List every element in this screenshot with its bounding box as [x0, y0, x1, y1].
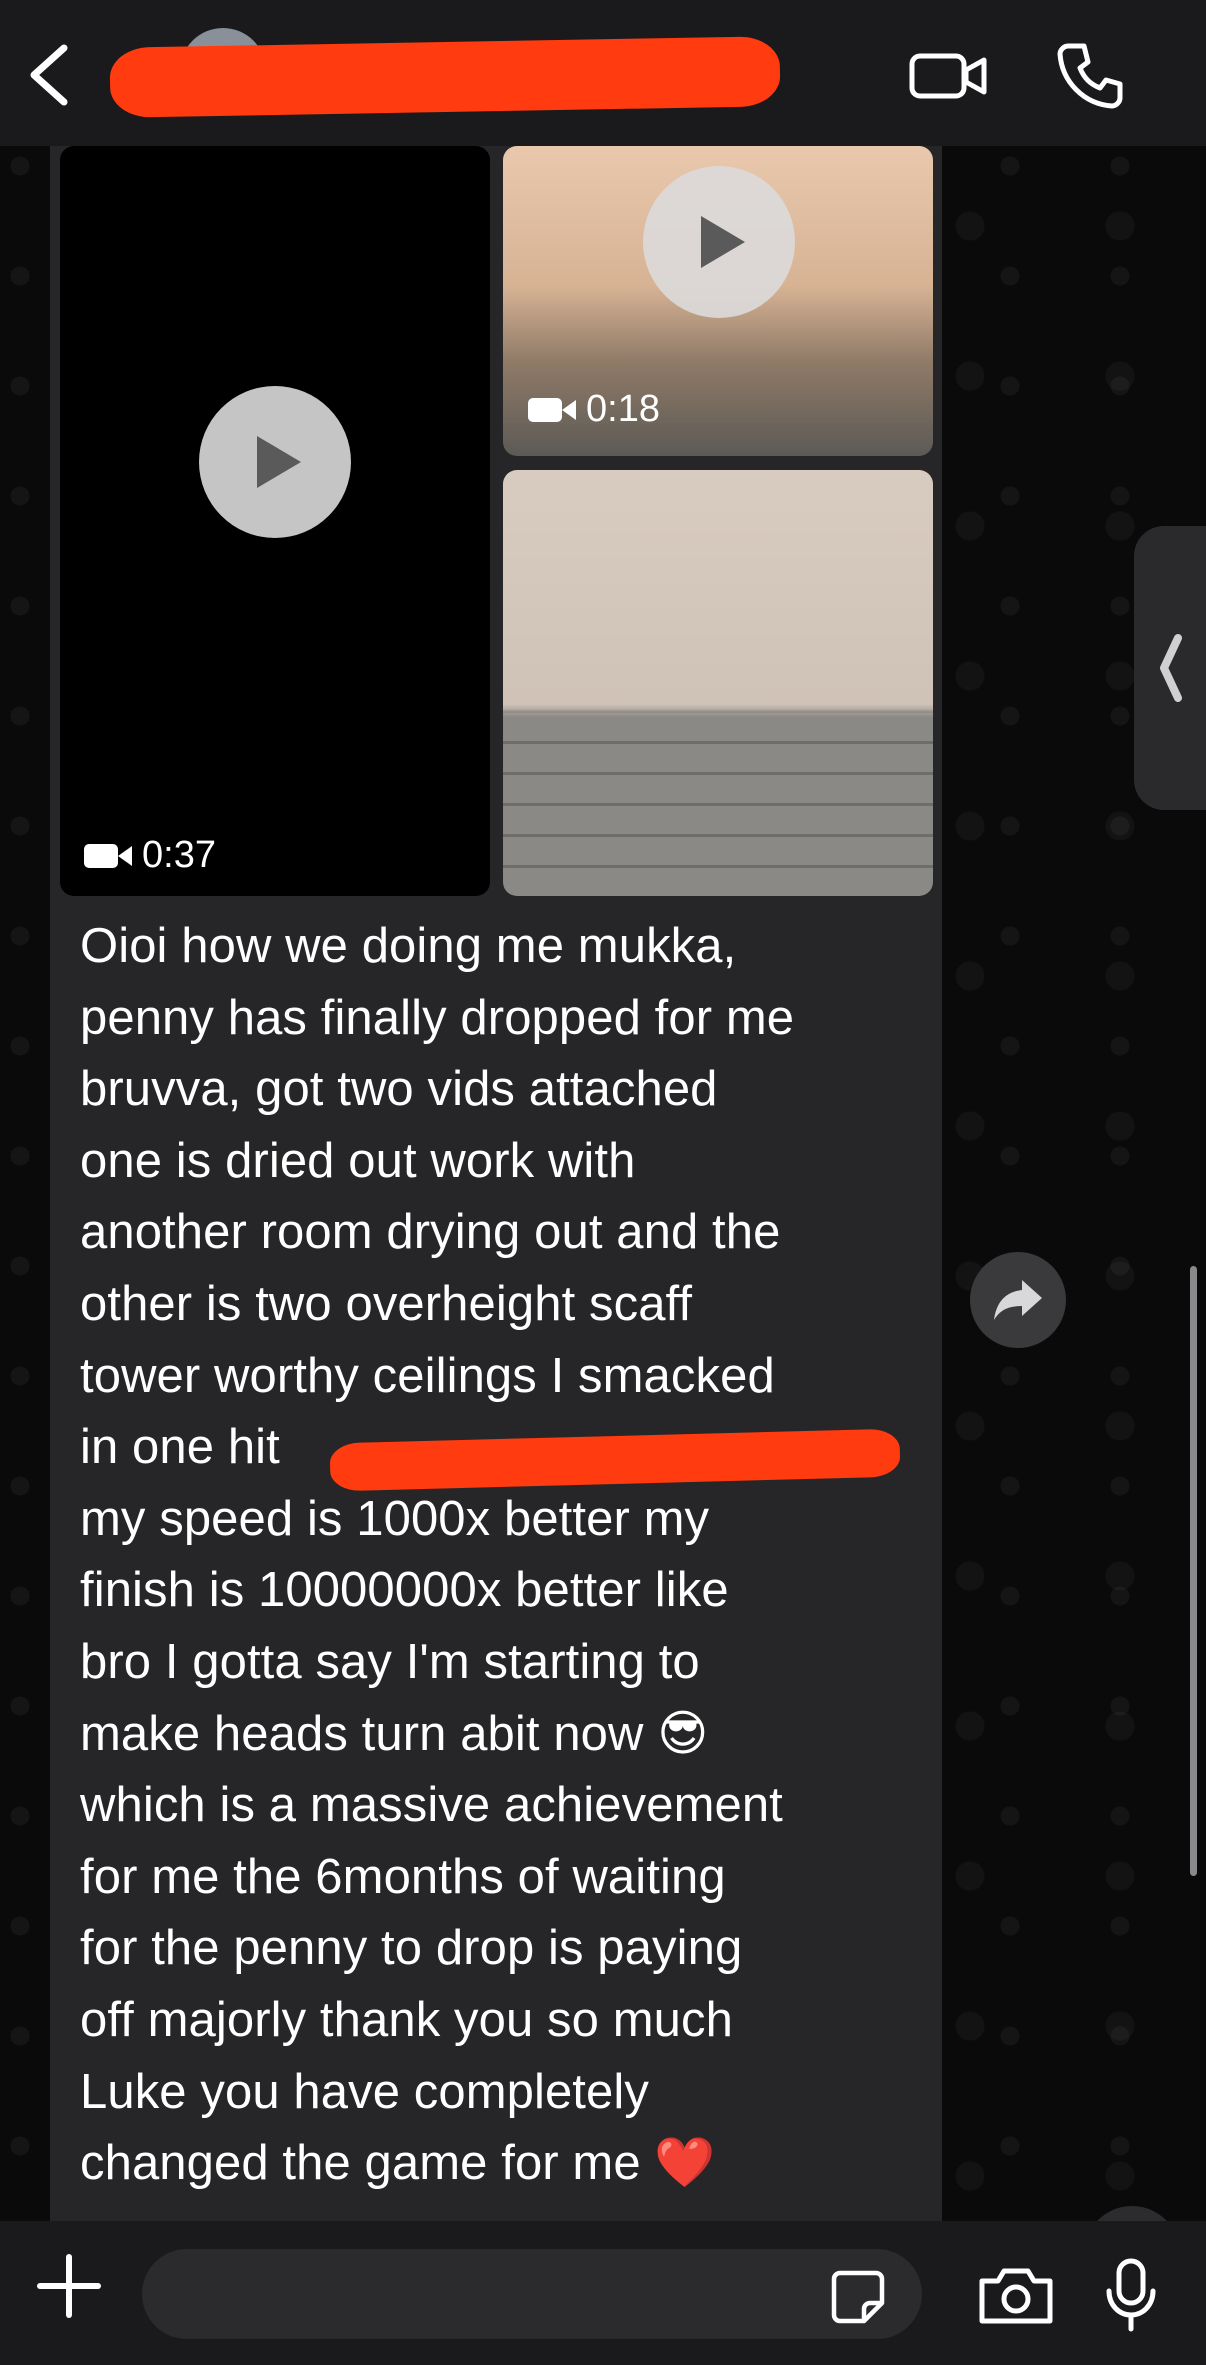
message-input[interactable] — [142, 2249, 922, 2339]
camera-icon[interactable] — [976, 2265, 1056, 2325]
video-duration-left: 0:37 — [84, 834, 216, 877]
phone-icon[interactable] — [1056, 40, 1126, 110]
redaction-mark — [109, 36, 781, 118]
chevron-left-icon — [1160, 634, 1182, 702]
message-line: tower worthy ceilings I smacked — [80, 1348, 775, 1403]
scrollbar[interactable] — [1190, 1266, 1197, 1876]
message-line: other is two overheight scaff — [80, 1276, 693, 1331]
chevron-left-icon[interactable] — [20, 40, 80, 110]
message-line: for me the 6months of waiting — [80, 1849, 726, 1904]
video-camera-icon — [528, 397, 576, 422]
play-icon[interactable] — [199, 386, 351, 538]
chat-background: 0:37 0:18 Oioi how we doing me mukka, pe… — [0, 146, 1206, 2302]
message-line: one is dried out work with — [80, 1133, 636, 1188]
message-line: which is a massive achievement — [80, 1778, 783, 1833]
message-input-bar — [0, 2221, 1206, 2365]
message-line: bruvva, got two vids attached — [80, 1062, 718, 1117]
chat-header — [0, 0, 1206, 146]
message-line: Oioi how we doing me mukka, — [80, 919, 737, 973]
video-camera-icon — [84, 843, 132, 868]
message-text: Oioi how we doing me mukka, penny has fi… — [80, 911, 920, 2200]
sticker-icon[interactable] — [830, 2269, 886, 2325]
forward-arrow-icon — [994, 1280, 1042, 1320]
message-line: my speed is 1000x better my — [80, 1491, 710, 1546]
message-line: bro I gotta say I'm starting to — [80, 1634, 700, 1689]
message-line: make heads turn abit now 😎 — [80, 1706, 709, 1761]
play-icon[interactable] — [643, 166, 795, 318]
message-line: off majorly thank you so much — [80, 1992, 733, 2047]
message-line: finish is 10000000x better like — [80, 1563, 729, 1618]
message-line: changed the game for me ❤️ — [80, 2136, 716, 2191]
image-thumbnail-bottom-right[interactable] — [503, 470, 933, 896]
side-panel-handle[interactable] — [1134, 526, 1206, 810]
video-camera-icon[interactable] — [908, 46, 988, 106]
forward-button[interactable] — [970, 1252, 1066, 1348]
microphone-icon[interactable] — [1104, 2257, 1158, 2333]
message-line: another room drying out and the — [80, 1205, 781, 1260]
message-line: Luke you have completely — [80, 2064, 649, 2119]
plus-icon[interactable] — [34, 2251, 104, 2321]
message-line: penny has finally dropped for me — [80, 990, 795, 1045]
message-line: for the penny to drop is paying — [80, 1921, 743, 1976]
video-duration-right: 0:18 — [528, 388, 660, 431]
